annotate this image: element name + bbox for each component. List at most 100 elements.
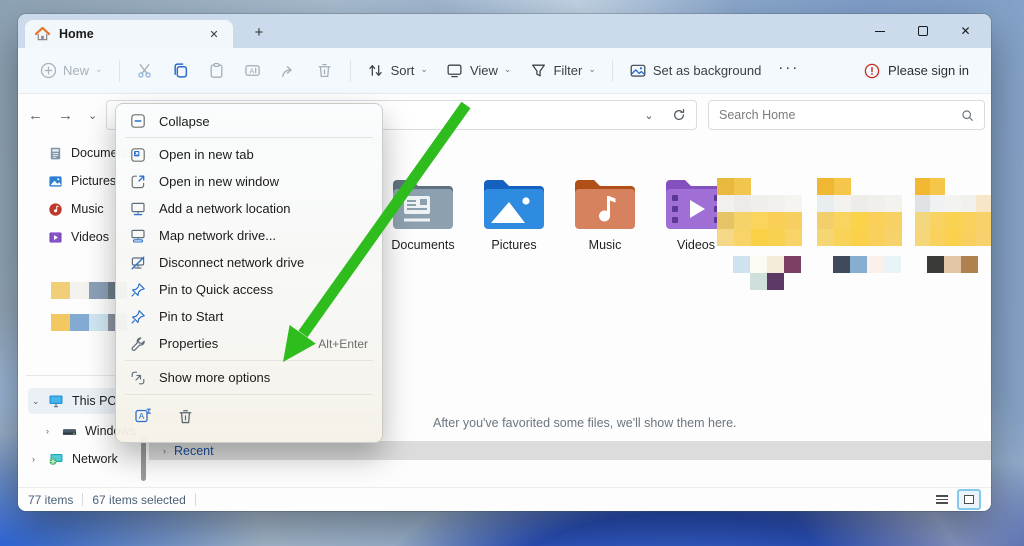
- share-button[interactable]: [271, 53, 307, 89]
- new-tab-button[interactable]: +: [248, 22, 270, 42]
- delete-button[interactable]: [307, 53, 343, 89]
- close-button[interactable]: ✕: [944, 14, 987, 48]
- pin-icon: [130, 309, 146, 325]
- pictures-icon: [48, 174, 63, 189]
- chevron-down-icon: ⌄: [32, 396, 40, 407]
- open-new-window-icon: [130, 174, 146, 190]
- details-view-button[interactable]: [931, 491, 953, 509]
- desktop: Home ✕ + ✕ New ⌄: [0, 0, 1024, 546]
- address-dropdown-chevron-icon[interactable]: ⌄: [636, 102, 662, 128]
- refresh-icon[interactable]: [666, 102, 692, 128]
- close-icon: ✕: [960, 24, 970, 38]
- collapse-icon: [130, 113, 146, 129]
- new-button[interactable]: New ⌄: [30, 53, 112, 89]
- menu-label: Show more options: [159, 370, 270, 385]
- menu-item-pin-to-start[interactable]: Pin to Start: [120, 303, 378, 330]
- share-icon: [280, 62, 298, 80]
- minimize-button[interactable]: [858, 14, 901, 48]
- rename-icon[interactable]: A: [132, 405, 154, 427]
- search-input[interactable]: [719, 108, 953, 122]
- svg-text:A: A: [249, 66, 254, 75]
- recent-section-header[interactable]: › Recent: [149, 441, 991, 460]
- menu-item-disconnect-network-drive[interactable]: Disconnect network drive: [120, 249, 378, 276]
- sidebar-label: This PC: [72, 394, 116, 408]
- folder-tile-music[interactable]: Music: [561, 176, 649, 252]
- sort-button[interactable]: Sort ⌄: [358, 53, 437, 89]
- delete-icon[interactable]: [174, 405, 196, 427]
- toolbar-separator: [612, 60, 613, 82]
- alert-circle-icon: [864, 63, 880, 79]
- tab-home[interactable]: Home ✕: [25, 20, 233, 48]
- sort-label: Sort: [391, 63, 415, 78]
- menu-label: Add a network location: [159, 201, 291, 216]
- sort-icon: [367, 62, 385, 80]
- menu-item-pin-to-quick-access[interactable]: Pin to Quick access: [120, 276, 378, 303]
- window-controls: ✕: [858, 14, 987, 48]
- sign-in-label: Please sign in: [888, 63, 969, 78]
- chevron-down-icon: ⌄: [588, 64, 596, 75]
- menu-item-properties[interactable]: Properties Alt+Enter: [120, 330, 378, 357]
- pixelated-folder-tile[interactable]: [717, 178, 802, 246]
- toolbar-separator: [119, 60, 120, 82]
- menu-shortcut: Alt+Enter: [318, 337, 368, 351]
- menu-item-open-in-new-window[interactable]: Open in new window: [120, 168, 378, 195]
- menu-label: Map network drive...: [159, 228, 276, 243]
- menu-item-collapse[interactable]: Collapse: [120, 108, 378, 134]
- context-menu: Collapse Open in new tab Open in new win…: [115, 103, 383, 443]
- pin-icon: [130, 282, 146, 298]
- show-more-options-icon: [130, 370, 146, 386]
- menu-label: Disconnect network drive: [159, 255, 304, 270]
- videos-icon: [48, 230, 63, 245]
- svg-text:A: A: [139, 411, 145, 421]
- forward-button[interactable]: →: [58, 94, 73, 136]
- cut-button[interactable]: [127, 53, 163, 89]
- sidebar-item-network[interactable]: › Network: [28, 446, 146, 472]
- paste-icon: [208, 62, 226, 80]
- sign-in-button[interactable]: Please sign in: [854, 63, 979, 79]
- more-options-icon[interactable]: ···: [770, 59, 807, 76]
- pixelated-folder-tile[interactable]: [915, 178, 991, 246]
- sidebar-label: Pictures: [71, 174, 116, 188]
- view-button[interactable]: View ⌄: [437, 53, 521, 89]
- folder-tile-documents[interactable]: Documents: [379, 176, 467, 252]
- menu-item-add-network-location[interactable]: Add a network location: [120, 195, 378, 222]
- recent-locations-chevron-icon[interactable]: ⌄: [88, 94, 97, 136]
- filter-button[interactable]: Filter ⌄: [520, 53, 604, 89]
- large-icons-view-button[interactable]: [957, 489, 981, 510]
- menu-icon-row: A: [120, 398, 378, 427]
- paste-button[interactable]: [199, 53, 235, 89]
- recent-label: Recent: [174, 444, 214, 458]
- menu-item-open-in-new-tab[interactable]: Open in new tab: [120, 141, 378, 168]
- menu-label: Collapse: [159, 114, 210, 129]
- menu-item-show-more-options[interactable]: Show more options: [120, 364, 378, 391]
- search-box[interactable]: [708, 100, 985, 130]
- titlebar: Home ✕ + ✕: [18, 14, 991, 48]
- folder-tile-pictures[interactable]: Pictures: [470, 176, 558, 252]
- folder-tile-label: Pictures: [470, 238, 558, 252]
- folder-tile-label: Music: [561, 238, 649, 252]
- rename-icon: A: [244, 62, 262, 80]
- tab-close-icon[interactable]: ✕: [205, 25, 223, 43]
- items-count: 77 items: [28, 493, 73, 507]
- chevron-down-icon: ⌄: [95, 64, 103, 75]
- selected-count: 67 items selected: [92, 493, 185, 507]
- chevron-right-icon: ›: [46, 426, 49, 436]
- menu-item-map-network-drive[interactable]: Map network drive...: [120, 222, 378, 249]
- sidebar-label: Music: [71, 202, 104, 216]
- sidebar-scrollbar[interactable]: [141, 437, 146, 481]
- copy-button[interactable]: [163, 53, 199, 89]
- view-icon: [446, 62, 464, 80]
- rename-button[interactable]: A: [235, 53, 271, 89]
- menu-separator: [125, 137, 373, 138]
- back-button[interactable]: ←: [28, 94, 43, 136]
- maximize-icon: [918, 26, 928, 36]
- pixelated-label: [733, 256, 801, 290]
- pixelated-label: [833, 256, 901, 273]
- pixelated-folder-tile[interactable]: [817, 178, 902, 246]
- maximize-button[interactable]: [901, 14, 944, 48]
- this-pc-icon: [48, 394, 64, 408]
- folder-tile-label: Documents: [379, 238, 467, 252]
- set-as-background-button[interactable]: Set as background: [620, 53, 770, 89]
- large-icons-view-icon: [964, 495, 974, 504]
- favorites-hint-text: After you've favorited some files, we'll…: [433, 416, 737, 430]
